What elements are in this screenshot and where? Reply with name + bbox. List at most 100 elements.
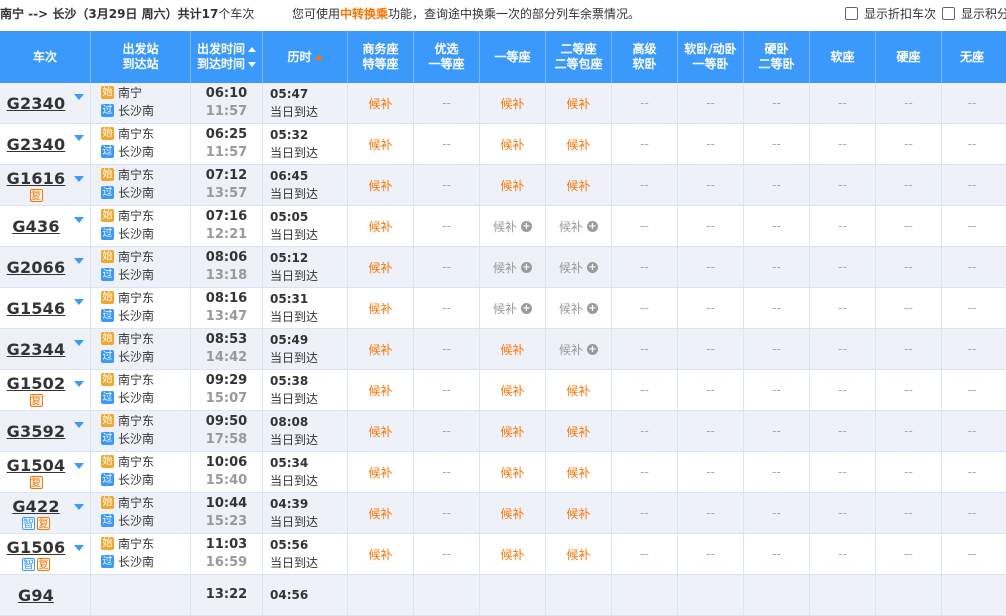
seat-soft-seat[interactable]: -- [810, 329, 876, 369]
houbu-link[interactable]: 候补 [566, 546, 590, 563]
seat-hard-seat[interactable]: -- [876, 452, 942, 492]
seat-business[interactable]: 候补 [348, 452, 414, 492]
expand-arrow-icon[interactable] [74, 381, 84, 387]
train-code-link[interactable]: G94 [18, 586, 54, 605]
seat-no-seat[interactable]: -- [942, 124, 1002, 164]
seat-second[interactable]: 候补 + [546, 288, 612, 328]
houbu-disabled[interactable]: 候补 + [493, 259, 532, 276]
houbu-disabled[interactable]: 候补 + [559, 300, 598, 317]
seat-second[interactable]: 候补 + [546, 329, 612, 369]
houbu-link[interactable]: 候补 [566, 177, 590, 194]
sort-up-icon[interactable] [248, 47, 256, 52]
seat-no-seat[interactable]: -- [942, 329, 1002, 369]
plus-icon[interactable]: + [521, 220, 532, 232]
seat-soft-seat[interactable]: -- [810, 370, 876, 410]
houbu-link[interactable]: 候补 [368, 505, 392, 522]
seat-soft-seat[interactable]: -- [810, 534, 876, 574]
seat-premium[interactable]: -- [414, 165, 480, 205]
houbu-link[interactable]: 候补 [368, 177, 392, 194]
houbu-link[interactable]: 候补 [500, 464, 524, 481]
houbu-link[interactable]: 候补 [368, 259, 392, 276]
train-code-link[interactable]: G1504 [7, 456, 66, 475]
seat-no-seat[interactable]: -- [942, 165, 1002, 205]
seat-hard-sleeper[interactable] [744, 575, 810, 615]
seat-hard-sleeper[interactable]: -- [744, 206, 810, 246]
seat-soft-sleeper[interactable]: -- [678, 370, 744, 410]
seat-high-soft[interactable]: -- [612, 452, 678, 492]
seat-no-seat[interactable]: -- [942, 288, 1002, 328]
seat-business[interactable]: 候补 [348, 83, 414, 123]
seat-hard-sleeper[interactable]: -- [744, 329, 810, 369]
seat-hard-sleeper[interactable]: -- [744, 370, 810, 410]
header-arr-time[interactable]: 到达时间 [197, 57, 245, 71]
expand-arrow-icon[interactable] [74, 463, 84, 469]
seat-high-soft[interactable]: -- [612, 370, 678, 410]
seat-business[interactable]: 候补 [348, 247, 414, 287]
seat-hard-sleeper[interactable]: -- [744, 452, 810, 492]
seat-high-soft[interactable]: -- [612, 206, 678, 246]
seat-soft-seat[interactable]: -- [810, 247, 876, 287]
houbu-link[interactable]: 候补 [500, 505, 524, 522]
expand-arrow-icon[interactable] [74, 545, 84, 551]
expand-arrow-icon[interactable] [74, 258, 84, 264]
plus-icon[interactable]: + [587, 261, 598, 273]
seat-hard-seat[interactable]: -- [876, 165, 942, 205]
seat-second[interactable]: 候补 [546, 411, 612, 451]
seat-premium[interactable]: -- [414, 370, 480, 410]
seat-premium[interactable]: -- [414, 534, 480, 574]
seat-premium[interactable]: -- [414, 247, 480, 287]
seat-soft-sleeper[interactable]: -- [678, 493, 744, 533]
houbu-link[interactable]: 候补 [368, 136, 392, 153]
seat-high-soft[interactable]: -- [612, 124, 678, 164]
seat-second[interactable]: 候补 [546, 534, 612, 574]
train-code-link[interactable]: G1546 [7, 299, 66, 318]
expand-arrow-icon[interactable] [74, 176, 84, 182]
seat-hard-sleeper[interactable]: -- [744, 124, 810, 164]
houbu-link[interactable]: 候补 [500, 423, 524, 440]
seat-first[interactable]: 候补 [480, 370, 546, 410]
houbu-link[interactable]: 候补 [566, 423, 590, 440]
seat-second[interactable]: 候补 + [546, 247, 612, 287]
expand-arrow-icon[interactable] [74, 504, 84, 510]
seat-no-seat[interactable]: -- [942, 411, 1002, 451]
seat-second[interactable]: 候补 [546, 452, 612, 492]
houbu-link[interactable]: 候补 [566, 464, 590, 481]
seat-premium[interactable]: -- [414, 411, 480, 451]
seat-no-seat[interactable]: -- [942, 534, 1002, 574]
seat-hard-seat[interactable]: -- [876, 206, 942, 246]
houbu-disabled[interactable]: 候补 + [493, 218, 532, 235]
seat-first[interactable]: 候补 [480, 124, 546, 164]
seat-hard-seat[interactable] [876, 575, 942, 615]
seat-soft-seat[interactable]: -- [810, 452, 876, 492]
seat-business[interactable]: 候补 [348, 288, 414, 328]
train-code-link[interactable]: G2340 [7, 135, 66, 154]
seat-soft-seat[interactable] [810, 575, 876, 615]
seat-business[interactable]: 候补 [348, 124, 414, 164]
houbu-disabled[interactable]: 候补 + [493, 300, 532, 317]
plus-icon[interactable]: + [521, 302, 532, 314]
train-code-link[interactable]: G3592 [7, 422, 66, 441]
seat-hard-seat[interactable]: -- [876, 411, 942, 451]
seat-first[interactable]: 候补 [480, 411, 546, 451]
seat-second[interactable]: 候补 [546, 124, 612, 164]
seat-high-soft[interactable]: -- [612, 493, 678, 533]
seat-hard-sleeper[interactable]: -- [744, 247, 810, 287]
seat-premium[interactable]: -- [414, 124, 480, 164]
seat-business[interactable] [348, 575, 414, 615]
seat-no-seat[interactable]: -- [942, 83, 1002, 123]
seat-hard-sleeper[interactable]: -- [744, 411, 810, 451]
seat-business[interactable]: 候补 [348, 534, 414, 574]
seat-first[interactable]: 候补 [480, 493, 546, 533]
seat-premium[interactable]: -- [414, 288, 480, 328]
houbu-link[interactable]: 候补 [500, 136, 524, 153]
seat-second[interactable]: 候补 + [546, 206, 612, 246]
header-time[interactable]: 出发时间 到达时间 [191, 31, 263, 83]
seat-high-soft[interactable]: -- [612, 83, 678, 123]
points-option[interactable]: 显示积分 [942, 5, 1006, 22]
seat-business[interactable]: 候补 [348, 206, 414, 246]
discount-checkbox[interactable] [845, 7, 858, 20]
seat-soft-seat[interactable]: -- [810, 411, 876, 451]
plus-icon[interactable]: + [587, 302, 598, 314]
seat-soft-seat[interactable]: -- [810, 124, 876, 164]
seat-premium[interactable]: -- [414, 329, 480, 369]
